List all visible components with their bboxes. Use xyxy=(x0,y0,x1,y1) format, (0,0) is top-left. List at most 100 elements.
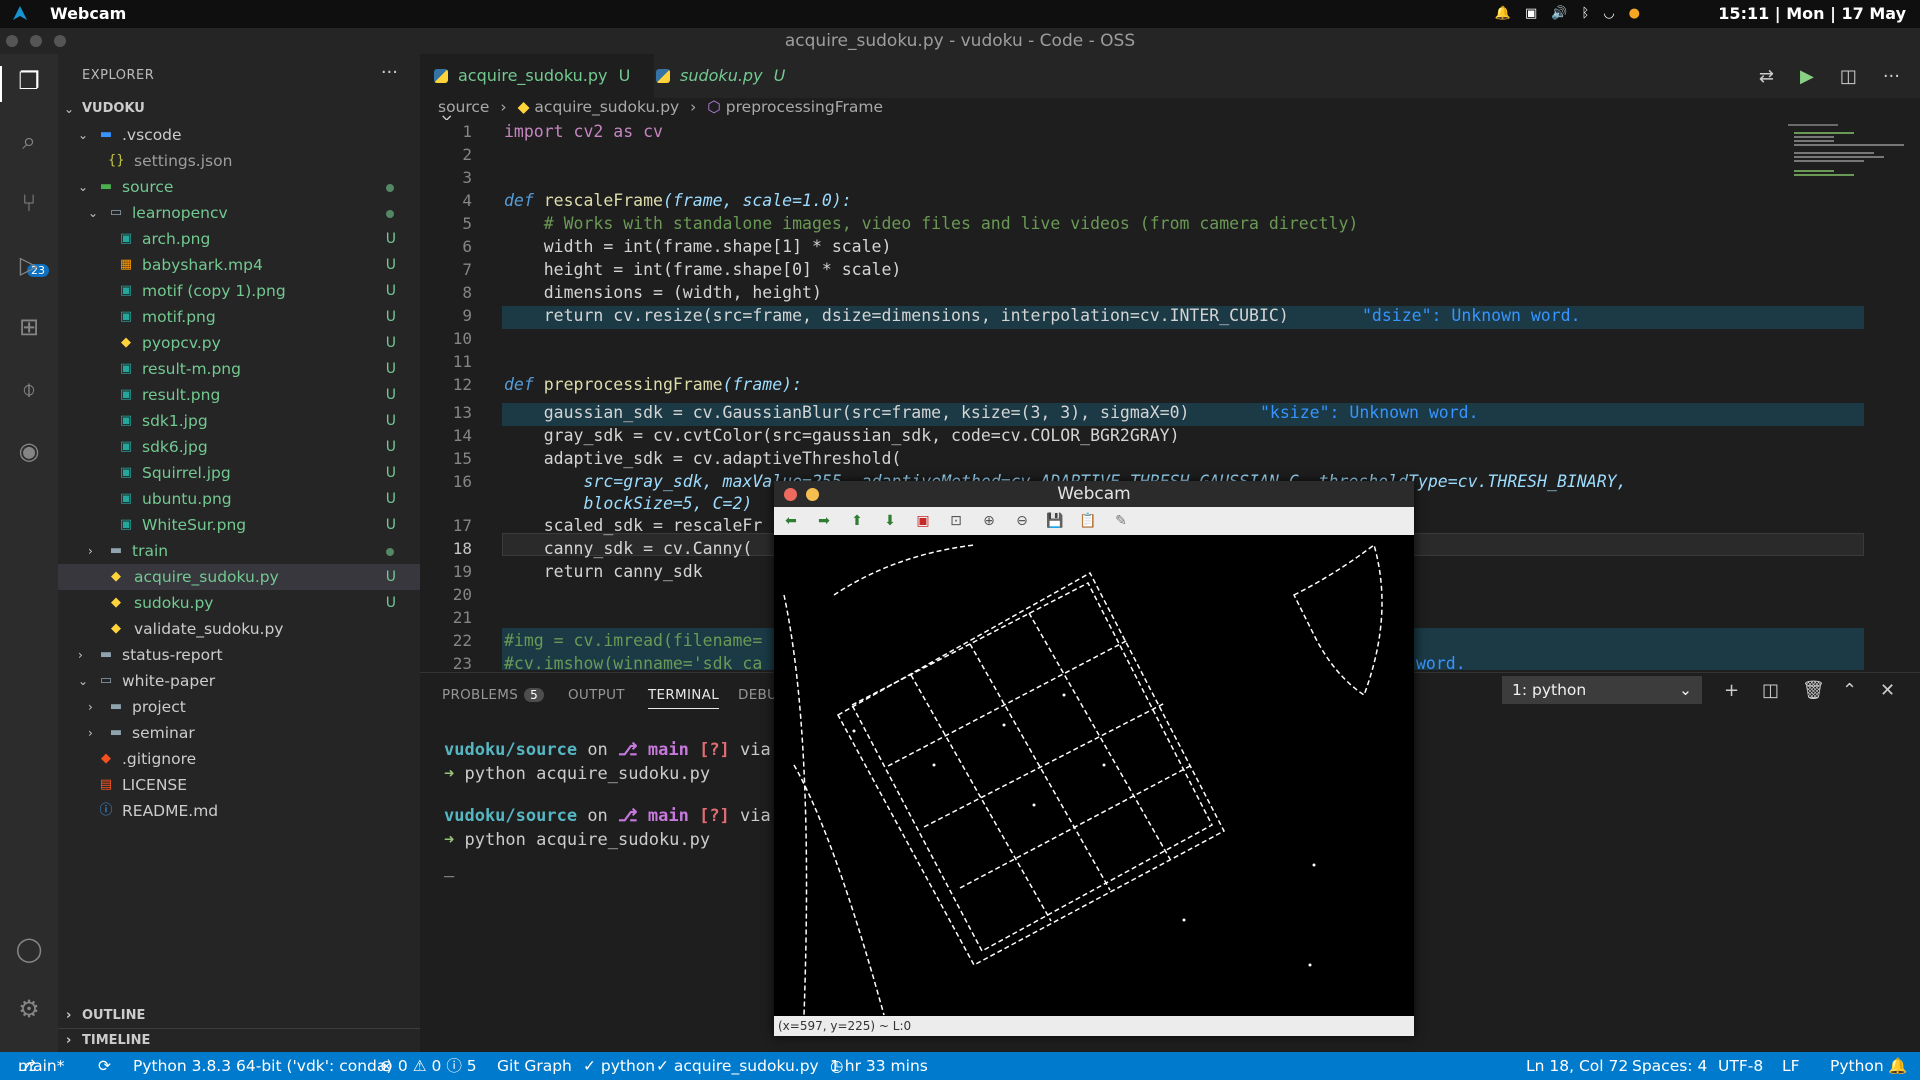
tab-debug[interactable]: DEBU xyxy=(738,687,777,703)
extensions-icon[interactable]: ⊞ xyxy=(14,312,44,342)
split-editor-icon[interactable]: ◫ xyxy=(1840,66,1857,87)
clipboard-icon[interactable]: ▣ xyxy=(1525,6,1537,21)
minimap[interactable] xyxy=(1788,120,1908,200)
webcam-close-button[interactable] xyxy=(784,488,797,501)
split-terminal-icon[interactable]: ◫ xyxy=(1762,680,1779,701)
git-graph-button[interactable]: Git Graph xyxy=(497,1052,572,1080)
workspace-root[interactable]: ⌄ VUDOKU xyxy=(58,96,420,122)
webcam-title-bar[interactable]: Webcam xyxy=(774,481,1414,507)
problems-summary[interactable]: ⊗ 0 ⚠ 0 ⓘ 5 xyxy=(380,1052,477,1080)
tab-acquire-sudoku[interactable]: acquire_sudoku.py U × xyxy=(420,54,654,129)
python-interpreter[interactable]: Python 3.8.3 64-bit ('vdk': conda) xyxy=(133,1052,392,1080)
line-ending[interactable]: LF xyxy=(1782,1052,1800,1080)
maximize-window-button[interactable] xyxy=(54,35,66,47)
tab-problems[interactable]: PROBLEMS 5 xyxy=(442,687,545,703)
settings-gear-icon[interactable]: ⚙ xyxy=(14,994,44,1024)
file-motif-png[interactable]: ▣ motif.png U xyxy=(58,304,420,330)
bluetooth-icon[interactable]: ᛒ xyxy=(1582,6,1590,21)
close-window-button[interactable] xyxy=(6,35,18,47)
encoding[interactable]: UTF-8 xyxy=(1718,1052,1763,1080)
zoom-original-icon[interactable]: ⊡ xyxy=(947,512,965,530)
trash-icon[interactable]: 🗑 xyxy=(1802,680,1825,701)
more-editor-actions-icon[interactable]: ··· xyxy=(1883,66,1900,87)
tab-terminal[interactable]: TERMINAL xyxy=(648,687,720,709)
clock[interactable]: 15:11 | Mon | 17 May xyxy=(1718,4,1906,23)
file-squirrel-jpg[interactable]: ▣ Squirrel.jpg U xyxy=(58,460,420,486)
notifications-bell-icon[interactable]: 🔔 xyxy=(1888,1052,1907,1080)
search-icon[interactable]: ⌕ xyxy=(14,126,44,156)
folder-learnopencv[interactable]: ⌄ ▭ learnopencv xyxy=(58,200,420,226)
file-motif-copy-png[interactable]: ▣ motif (copy 1).png U xyxy=(58,278,420,304)
folder-project[interactable]: › ▬ project xyxy=(58,694,420,720)
sync-icon[interactable]: ⟳ xyxy=(98,1052,111,1080)
folder-status-report[interactable]: › ▬ status-report xyxy=(58,642,420,668)
file-pyopcv-py[interactable]: ◆ pyopcv.py U xyxy=(58,330,420,356)
webcam-canny-image[interactable] xyxy=(774,535,1414,1016)
wifi-icon[interactable]: ◡ xyxy=(1603,6,1614,21)
breadcrumb-source[interactable]: source xyxy=(438,98,489,116)
file-sdk1-jpg[interactable]: ▣ sdk1.jpg U xyxy=(58,408,420,434)
python-check[interactable]: ✓ python xyxy=(583,1052,655,1080)
terminal-cursor[interactable]: _ xyxy=(444,858,454,878)
folder-source[interactable]: ⌄ ▬ source xyxy=(58,174,420,200)
file-settings-json[interactable]: {} settings.json xyxy=(58,148,420,174)
media-icon[interactable]: ● xyxy=(1629,6,1640,21)
timeline-icon[interactable]: ⌽ xyxy=(14,374,44,404)
indentation[interactable]: Spaces: 4 xyxy=(1632,1052,1707,1080)
cursor-position[interactable]: Ln 18, Col 72 xyxy=(1526,1052,1628,1080)
file-validate-sudoku-py[interactable]: ◆ validate_sudoku.py xyxy=(58,616,420,642)
minimize-window-button[interactable] xyxy=(30,35,42,47)
save-icon[interactable]: 💾 xyxy=(1046,512,1064,530)
copy-icon[interactable]: 📋 xyxy=(1079,512,1097,530)
zoom-fit-icon[interactable]: ▣ xyxy=(914,512,932,530)
properties-icon[interactable]: ✎ xyxy=(1112,512,1130,530)
file-result-png[interactable]: ▣ result.png U xyxy=(58,382,420,408)
pan-left-icon[interactable]: ⬅ xyxy=(782,512,800,530)
open-changes-icon[interactable]: ⇄ xyxy=(1759,66,1774,87)
pan-down-icon[interactable]: ⬇ xyxy=(881,512,899,530)
terminal-select[interactable]: 1: python ⌄ xyxy=(1502,676,1702,704)
file-babyshark-mp4[interactable]: ▦ babyshark.mp4 U xyxy=(58,252,420,278)
notification-icon[interactable]: 🔔 xyxy=(1495,6,1511,21)
new-terminal-icon[interactable]: + xyxy=(1724,680,1739,701)
volume-icon[interactable]: 🔊 xyxy=(1551,6,1567,21)
more-actions-icon[interactable]: ··· xyxy=(381,62,398,83)
tab-sudoku[interactable]: sudoku.py U xyxy=(642,54,806,98)
arch-logo-icon[interactable] xyxy=(12,5,28,21)
close-panel-icon[interactable]: ✕ xyxy=(1880,680,1895,701)
tab-output[interactable]: OUTPUT xyxy=(568,687,625,703)
run-debug-icon[interactable]: ▷ xyxy=(14,250,44,280)
file-result-m-png[interactable]: ▣ result-m.png U xyxy=(58,356,420,382)
file-whitesur-png[interactable]: ▣ WhiteSur.png U xyxy=(58,512,420,538)
pan-right-icon[interactable]: ➡ xyxy=(815,512,833,530)
active-app-name[interactable]: Webcam xyxy=(50,4,126,23)
webcam-window[interactable]: Webcam ⬅ ➡ ⬆ ⬇ ▣ ⊡ ⊕ ⊖ 💾 📋 ✎ (x=597, y=2… xyxy=(774,481,1414,1036)
zoom-in-icon[interactable]: ⊕ xyxy=(980,512,998,530)
maximize-panel-icon[interactable]: ⌃ xyxy=(1842,680,1857,701)
file-readme-md[interactable]: ⓘ README.md xyxy=(58,798,420,824)
source-control-icon[interactable]: ⑂ xyxy=(14,188,44,218)
file-sudoku-py[interactable]: ◆ sudoku.py U xyxy=(58,590,420,616)
run-file-icon[interactable]: ▶ xyxy=(1800,66,1814,87)
file-ubuntu-png[interactable]: ▣ ubuntu.png U xyxy=(58,486,420,512)
file-sdk6-jpg[interactable]: ▣ sdk6.jpg U xyxy=(58,434,420,460)
github-icon[interactable]: ◉ xyxy=(14,436,44,466)
account-icon[interactable]: ◯ xyxy=(14,934,44,964)
explorer-icon[interactable]: ❐ xyxy=(14,66,44,96)
folder-train[interactable]: › ▬ train xyxy=(58,538,420,564)
language-mode[interactable]: Python xyxy=(1830,1052,1884,1080)
file-acquire-sudoku-py[interactable]: ◆ acquire_sudoku.py U xyxy=(58,564,420,590)
folder-vscode[interactable]: ⌄ ▬ .vscode xyxy=(58,122,420,148)
folder-seminar[interactable]: › ▬ seminar xyxy=(58,720,420,746)
zoom-out-icon[interactable]: ⊖ xyxy=(1013,512,1031,530)
outline-section[interactable]: › OUTLINE xyxy=(58,1004,420,1028)
file-check[interactable]: ✓ acquire_sudoku.py xyxy=(656,1052,819,1080)
pan-up-icon[interactable]: ⬆ xyxy=(848,512,866,530)
file-gitignore[interactable]: ◆ .gitignore xyxy=(58,746,420,772)
webcam-minimize-button[interactable] xyxy=(806,488,819,501)
file-arch-png[interactable]: ▣ arch.png U xyxy=(58,226,420,252)
file-license[interactable]: ▤ LICENSE xyxy=(58,772,420,798)
breadcrumb-symbol[interactable]: preprocessingFrame xyxy=(726,98,883,116)
timeline-section[interactable]: › TIMELINE xyxy=(58,1028,420,1053)
folder-white-paper[interactable]: ⌄ ▭ white-paper xyxy=(58,668,420,694)
